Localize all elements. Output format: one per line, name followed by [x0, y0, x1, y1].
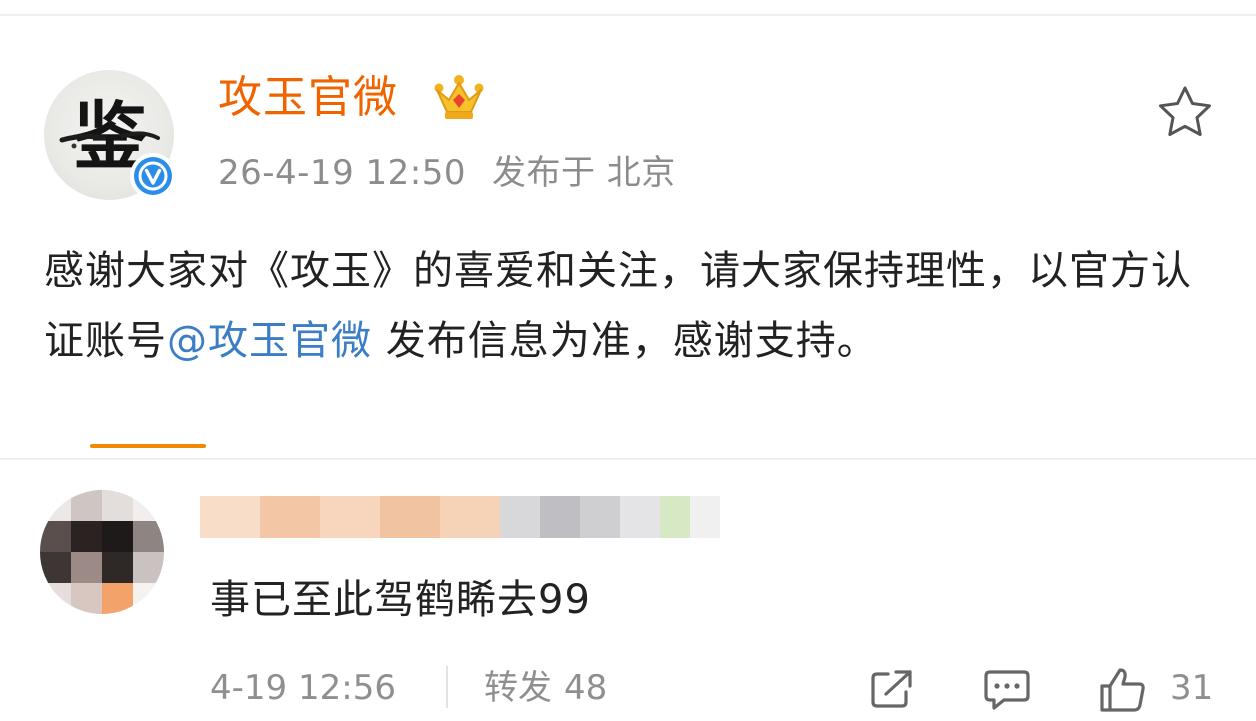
repost-button[interactable]: 转发 48 — [484, 663, 607, 713]
post-timestamp: 26-4-19 12:50 — [218, 153, 466, 193]
thumbs-up-icon[interactable] — [1098, 666, 1148, 714]
post-meta: 26-4-19 12:50 发布于 北京 — [218, 148, 676, 198]
comment-time: 4-19 12:56 — [210, 668, 396, 708]
mention-link[interactable]: @攻玉官微 — [167, 318, 372, 364]
comment-text: 事已至此驾鹤睎去99 — [210, 577, 591, 623]
comment-avatar[interactable] — [40, 490, 164, 614]
like-count: 31 — [1170, 668, 1214, 708]
verified-badge-icon — [130, 153, 176, 199]
footer-separator — [446, 666, 448, 708]
section-divider — [0, 458, 1256, 460]
repost-count: 48 — [564, 668, 608, 708]
comment-username-redacted[interactable] — [200, 496, 720, 538]
repost-label: 转发 — [484, 668, 552, 708]
post-username[interactable]: 攻玉官微 — [218, 68, 398, 128]
post-body: 感谢大家对《攻玉》的喜爱和关注，请大家保持理性，以官方认证账号@攻玉官微 发布信… — [44, 236, 1214, 376]
share-icon[interactable] — [868, 668, 916, 712]
crown-icon[interactable] — [432, 72, 486, 124]
star-icon[interactable] — [1156, 84, 1214, 140]
active-tab-indicator — [90, 444, 206, 448]
post-text-part2: 发布信息为准，感谢支持。 — [372, 318, 878, 364]
weibo-post-screen: 鉴 攻玉官微 26-4-19 12:50 发布于 北京 感谢大家对《攻玉》的喜爱和… — [0, 0, 1256, 721]
top-divider — [0, 14, 1256, 16]
comment-icon[interactable] — [982, 668, 1032, 712]
post-location: 发布于 北京 — [492, 153, 676, 193]
